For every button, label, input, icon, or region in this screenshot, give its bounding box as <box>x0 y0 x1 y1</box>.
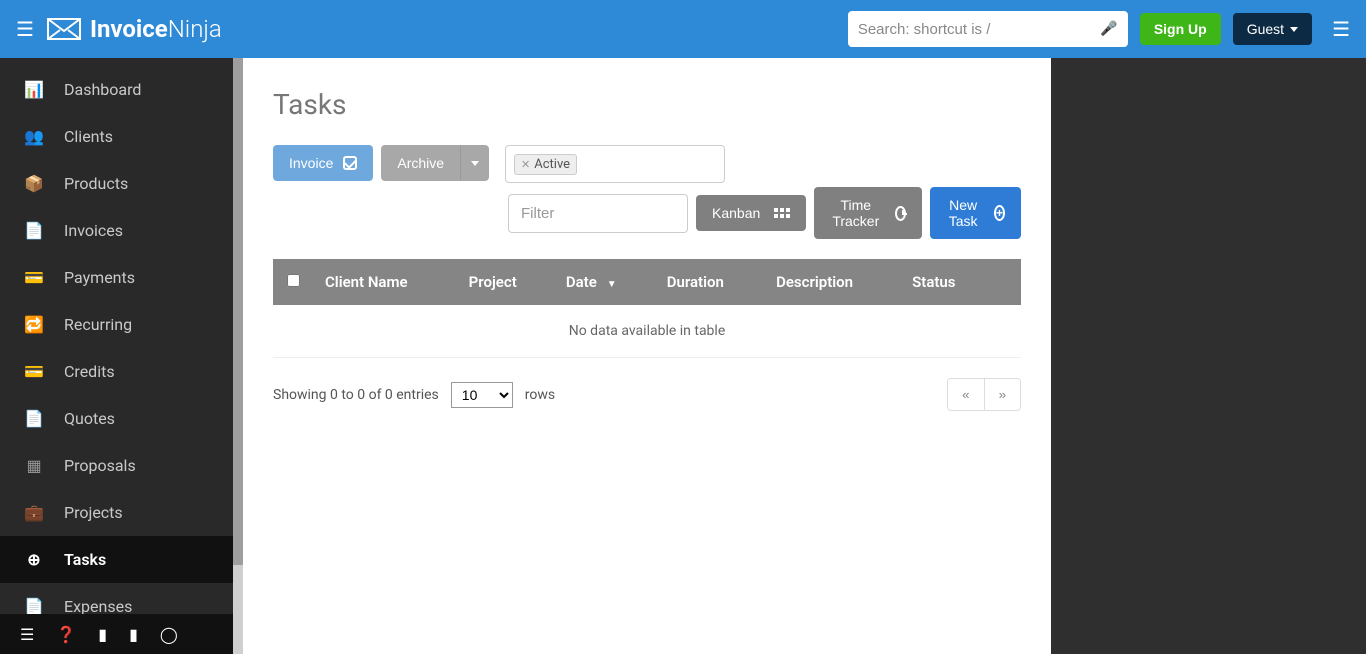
clock-icon <box>895 206 906 221</box>
grid-icon <box>774 208 790 218</box>
col-project[interactable]: Project <box>457 259 554 305</box>
caret-down-icon <box>1290 27 1298 32</box>
sidebar-item-label: Payments <box>64 268 135 287</box>
sidebar-item-label: Recurring <box>64 315 132 334</box>
products-icon: 📦 <box>24 174 44 193</box>
time-tracker-button[interactable]: Time Tracker <box>814 187 922 239</box>
check-icon <box>343 156 357 170</box>
main-content: Tasks Invoice Archive ✕Active Kanban Tim… <box>243 58 1051 654</box>
guest-menu-button[interactable]: Guest <box>1233 13 1312 45</box>
tasks-icon: ⊕ <box>24 550 44 569</box>
col-actions <box>991 259 1021 305</box>
rows-per-page-select[interactable]: 10 <box>451 382 513 408</box>
col-date[interactable]: Date▼ <box>554 259 655 305</box>
sidebar-item-expenses[interactable]: 📄 Expenses <box>0 583 233 614</box>
github-icon[interactable]: ◯ <box>160 625 178 644</box>
menu-toggle-icon[interactable]: ☰ <box>16 17 34 41</box>
status-filter[interactable]: ✕Active <box>505 145 725 183</box>
col-description[interactable]: Description <box>764 259 900 305</box>
sidebar-item-invoices[interactable]: 📄 Invoices <box>0 207 233 254</box>
showing-entries-text: Showing 0 to 0 of 0 entries <box>273 387 439 403</box>
col-duration[interactable]: Duration <box>655 259 764 305</box>
sidebar-item-quotes[interactable]: 📄 Quotes <box>0 395 233 442</box>
right-gutter <box>1051 58 1366 654</box>
app-header: ☰ InvoiceNinja 🎤 Sign Up Guest ☰ <box>0 0 1366 58</box>
pager-prev-button[interactable]: « <box>948 379 983 410</box>
invoice-button[interactable]: Invoice <box>273 145 373 181</box>
sidebar-item-projects[interactable]: 💼 Projects <box>0 489 233 536</box>
archive-dropdown-button[interactable] <box>460 145 489 181</box>
filter-input[interactable] <box>508 194 688 233</box>
payments-icon: 💳 <box>24 268 44 287</box>
sidebar-item-label: Proposals <box>64 456 136 475</box>
status-tag-active[interactable]: ✕Active <box>514 154 577 175</box>
sidebar: 📊 Dashboard 👥 Clients 📦 Products 📄 Invoices 💳 Pay… <box>0 58 233 654</box>
credits-icon: 💳 <box>24 362 44 381</box>
sidebar-item-label: Clients <box>64 127 113 146</box>
sidebar-item-recurring[interactable]: 🔁 Recurring <box>0 301 233 348</box>
brand-text: InvoiceNinja <box>90 15 222 43</box>
sort-desc-icon: ▼ <box>607 279 617 290</box>
clients-icon: 👥 <box>24 127 44 146</box>
select-all-header[interactable] <box>273 259 313 305</box>
sidebar-footer: ☰ ❓ ▮ ▮ ◯ <box>0 614 233 654</box>
page-title: Tasks <box>273 88 1021 121</box>
signup-button[interactable]: Sign Up <box>1140 13 1221 45</box>
new-task-button[interactable]: New Task+ <box>930 187 1021 239</box>
projects-icon: 💼 <box>24 503 44 522</box>
list-icon[interactable]: ☰ <box>20 625 34 644</box>
kanban-button[interactable]: Kanban <box>696 195 806 231</box>
sidebar-item-label: Quotes <box>64 409 115 428</box>
sidebar-item-label: Dashboard <box>64 80 141 99</box>
recurring-icon: 🔁 <box>24 315 44 334</box>
quotes-icon: 📄 <box>24 409 44 428</box>
sidebar-item-label: Projects <box>64 503 123 522</box>
archive-button[interactable]: Archive <box>381 145 460 181</box>
sidebar-item-products[interactable]: 📦 Products <box>0 160 233 207</box>
sidebar-item-tasks[interactable]: ⊕ Tasks <box>0 536 233 583</box>
sidebar-item-clients[interactable]: 👥 Clients <box>0 113 233 160</box>
sidebar-item-label: Tasks <box>64 550 106 569</box>
facebook-icon[interactable]: ▮ <box>98 625 107 644</box>
sidebar-item-label: Expenses <box>64 597 132 614</box>
help-icon[interactable]: ❓ <box>56 625 76 644</box>
select-all-checkbox[interactable] <box>287 274 300 287</box>
sidebar-item-credits[interactable]: 💳 Credits <box>0 348 233 395</box>
rows-label: rows <box>525 387 555 403</box>
search-box[interactable]: 🎤 <box>848 11 1128 47</box>
dashboard-icon: 📊 <box>24 80 44 99</box>
sidebar-item-proposals[interactable]: ▦ Proposals <box>0 442 233 489</box>
caret-down-icon <box>471 161 479 166</box>
sidebar-item-label: Invoices <box>64 221 123 240</box>
sidebar-item-label: Credits <box>64 362 115 381</box>
col-status[interactable]: Status <box>900 259 991 305</box>
tasks-table: Client Name Project Date▼ Duration Descr… <box>273 259 1021 358</box>
empty-state-text: No data available in table <box>273 305 1021 358</box>
expenses-icon: 📄 <box>24 597 44 614</box>
sidebar-item-label: Products <box>64 174 128 193</box>
proposals-icon: ▦ <box>24 456 44 475</box>
empty-state-row: No data available in table <box>273 305 1021 358</box>
right-menu-icon[interactable]: ☰ <box>1332 17 1350 41</box>
sidebar-item-dashboard[interactable]: 📊 Dashboard <box>0 66 233 113</box>
col-client-name[interactable]: Client Name <box>313 259 457 305</box>
envelope-icon <box>46 17 82 41</box>
twitter-icon[interactable]: ▮ <box>129 625 138 644</box>
search-input[interactable] <box>858 21 1101 38</box>
plus-icon: + <box>994 205 1005 221</box>
microphone-icon[interactable]: 🎤 <box>1100 21 1117 37</box>
remove-tag-icon[interactable]: ✕ <box>521 158 530 171</box>
pager-next-button[interactable]: » <box>984 379 1020 410</box>
pagination: « » <box>947 378 1021 411</box>
sidebar-item-payments[interactable]: 💳 Payments <box>0 254 233 301</box>
invoices-icon: 📄 <box>24 221 44 240</box>
sidebar-scrollbar[interactable] <box>233 58 243 654</box>
brand-logo[interactable]: InvoiceNinja <box>46 15 222 43</box>
